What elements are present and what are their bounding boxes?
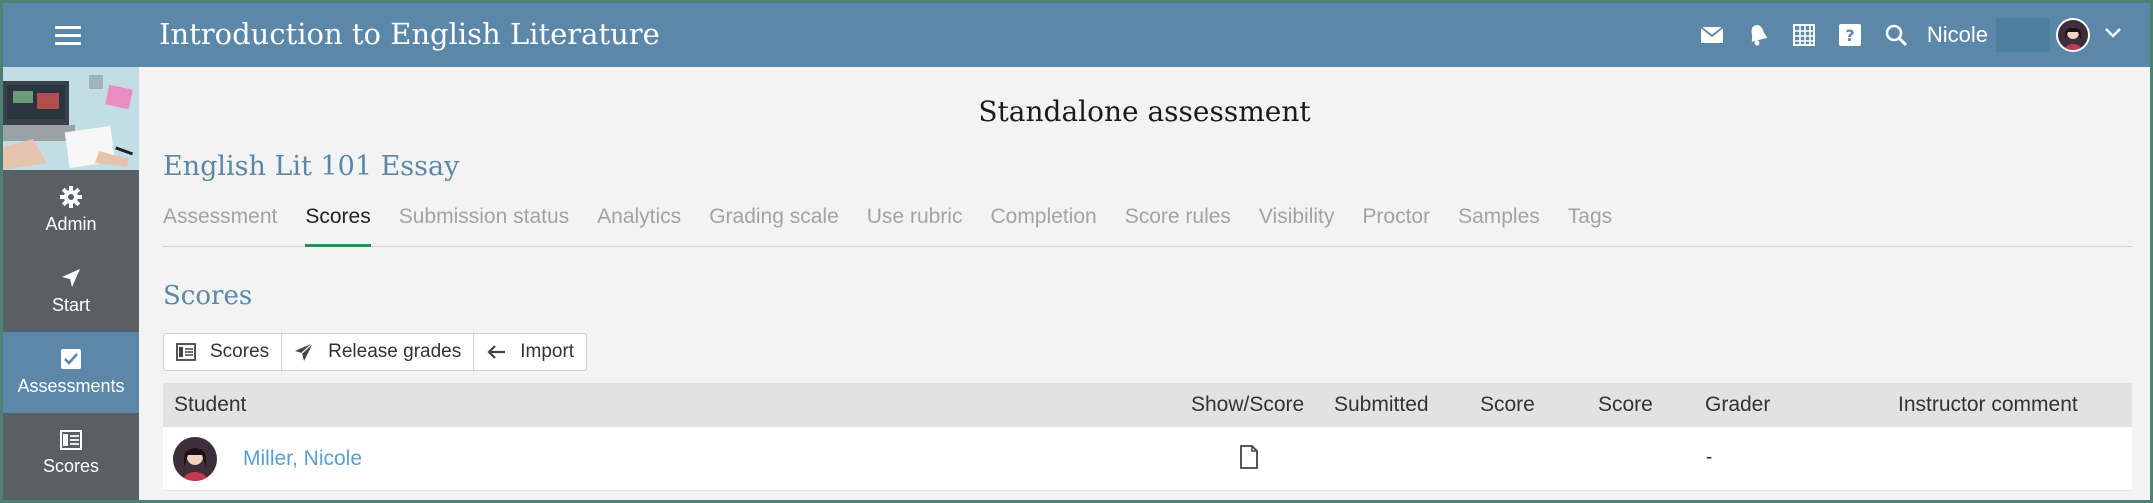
tab-use-rubric[interactable]: Use rubric bbox=[867, 205, 963, 247]
sidebar-item-label: Admin bbox=[45, 214, 97, 234]
import-button[interactable]: Import bbox=[474, 334, 586, 370]
tab-submission-status[interactable]: Submission status bbox=[399, 205, 569, 247]
sidebar-item-scores[interactable]: Scores bbox=[3, 413, 139, 494]
header-instructor-comment[interactable]: Instructor comment bbox=[1898, 393, 2078, 417]
calendar-icon[interactable] bbox=[1787, 18, 1821, 52]
sidebar-item-assessments[interactable]: Assessments bbox=[3, 332, 139, 413]
course-image[interactable] bbox=[3, 67, 139, 170]
sidebar-item-label: Assessments bbox=[17, 376, 125, 396]
tab-grading-scale[interactable]: Grading scale bbox=[709, 205, 839, 247]
svg-text:?: ? bbox=[1845, 26, 1854, 45]
send-icon bbox=[295, 342, 314, 361]
app-window: Introduction to English Literature ? Nic… bbox=[0, 0, 2153, 503]
header-student[interactable]: Student bbox=[174, 393, 246, 417]
hamburger-menu-icon[interactable] bbox=[55, 26, 81, 46]
search-icon[interactable] bbox=[1879, 18, 1913, 52]
gradebook-icon bbox=[176, 343, 196, 361]
student-avatar bbox=[173, 437, 217, 481]
header-submitted[interactable]: Submitted bbox=[1334, 393, 1429, 417]
assessment-tabs: Assessment Scores Submission status Anal… bbox=[163, 205, 2132, 247]
top-actions: ? Nicole bbox=[1683, 3, 2122, 67]
sidebar: Admin Start Assessments Scores bbox=[3, 67, 139, 500]
chevron-down-icon[interactable] bbox=[2104, 26, 2122, 44]
table-row: Miller, Nicole - bbox=[163, 427, 2132, 491]
grader-value: - bbox=[1706, 447, 1713, 468]
gear-icon bbox=[60, 186, 82, 208]
sidebar-item-start[interactable]: Start bbox=[3, 251, 139, 332]
section-title: Scores bbox=[163, 281, 253, 311]
navigation-arrow-icon bbox=[62, 269, 80, 287]
tab-completion[interactable]: Completion bbox=[990, 205, 1096, 247]
user-name-highlight bbox=[1996, 18, 2050, 52]
scores-button[interactable]: Scores bbox=[164, 334, 283, 370]
sidebar-item-admin[interactable]: Admin bbox=[3, 170, 139, 251]
gradebook-icon bbox=[60, 430, 82, 450]
tab-analytics[interactable]: Analytics bbox=[597, 205, 681, 247]
user-avatar[interactable] bbox=[2056, 18, 2090, 52]
release-grades-button-label: Release grades bbox=[328, 341, 462, 362]
import-button-label: Import bbox=[520, 341, 575, 362]
help-icon[interactable]: ? bbox=[1833, 18, 1867, 52]
arrow-left-icon bbox=[487, 345, 506, 359]
tab-score-rules[interactable]: Score rules bbox=[1125, 205, 1231, 247]
scores-toolbar: Scores Release grades Import bbox=[163, 333, 588, 371]
top-bar: Introduction to English Literature ? Nic… bbox=[3, 3, 2150, 67]
header-show-score[interactable]: Show/Score bbox=[1191, 393, 1304, 417]
sidebar-item-label: Scores bbox=[42, 456, 100, 476]
header-grader[interactable]: Grader bbox=[1705, 393, 1770, 417]
table-header: Student Show/Score Submitted Score Score… bbox=[163, 383, 2132, 427]
header-score[interactable]: Score bbox=[1480, 393, 1535, 417]
tab-samples[interactable]: Samples bbox=[1458, 205, 1540, 247]
checkbox-icon bbox=[61, 349, 81, 369]
user-name[interactable]: Nicole bbox=[1927, 22, 1988, 48]
tab-visibility[interactable]: Visibility bbox=[1259, 205, 1334, 247]
header-score-2[interactable]: Score bbox=[1598, 393, 1653, 417]
scores-button-label: Scores bbox=[210, 341, 270, 362]
student-name-link[interactable]: Miller, Nicole bbox=[243, 447, 362, 471]
mail-icon[interactable] bbox=[1695, 18, 1729, 52]
document-icon[interactable] bbox=[1239, 445, 1259, 474]
course-title: Introduction to English Literature bbox=[159, 17, 660, 51]
release-grades-button[interactable]: Release grades bbox=[282, 334, 475, 370]
bell-icon[interactable] bbox=[1741, 18, 1775, 52]
tab-proctor[interactable]: Proctor bbox=[1362, 205, 1430, 247]
tab-scores[interactable]: Scores bbox=[305, 205, 371, 247]
tab-assessment[interactable]: Assessment bbox=[163, 205, 277, 247]
assessment-title: English Lit 101 Essay bbox=[163, 151, 460, 182]
sidebar-item-label: Start bbox=[51, 295, 90, 315]
scores-table: Student Show/Score Submitted Score Score… bbox=[163, 383, 2132, 491]
main-content: Standalone assessment English Lit 101 Es… bbox=[139, 67, 2150, 500]
tab-tags[interactable]: Tags bbox=[1568, 205, 1612, 247]
page-title: Standalone assessment bbox=[978, 95, 1311, 128]
